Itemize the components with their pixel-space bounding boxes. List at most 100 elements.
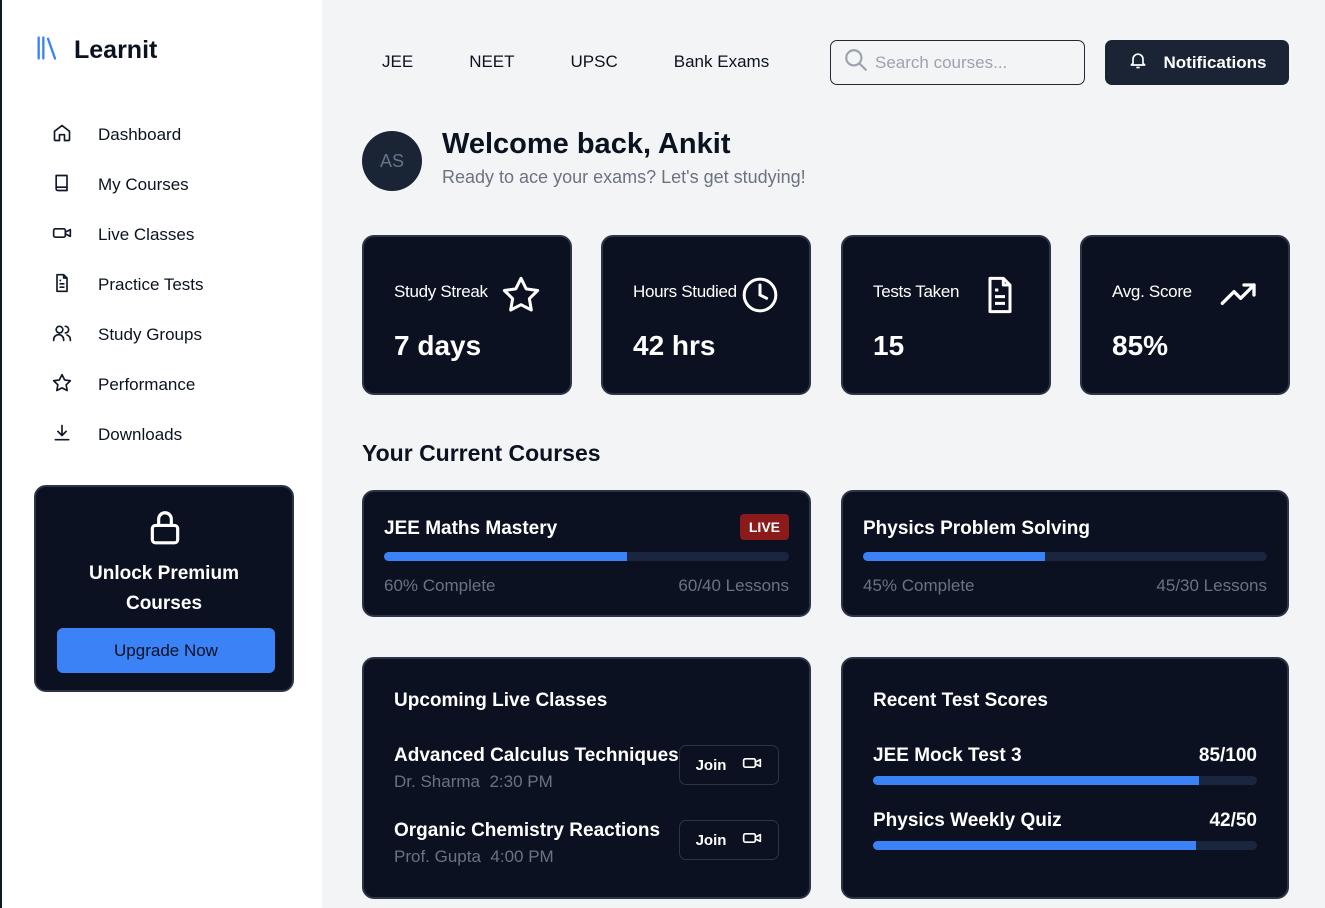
upgrade-button[interactable]: Upgrade Now: [57, 628, 275, 673]
live-class-item: Advanced Calculus Techniques Dr. Sharma …: [394, 745, 779, 792]
sidebar-item-label: Study Groups: [98, 325, 202, 344]
stat-value: 15: [873, 330, 905, 361]
notifications-label: Notifications: [1163, 52, 1267, 72]
video-icon: [52, 223, 72, 248]
library-logo-icon: [34, 34, 62, 67]
course-title: JEE Maths Mastery: [384, 518, 558, 539]
lock-icon: [146, 507, 184, 552]
welcome-header: Welcome back, Ankit Ready to ace your ex…: [442, 128, 806, 188]
bell-icon: [1128, 50, 1148, 75]
sidebar-item-my-courses[interactable]: My Courses: [52, 160, 204, 210]
course-progress-fill: [863, 552, 1045, 561]
course-progress-label: 45% Complete: [863, 576, 975, 595]
brand-name: Learnit: [74, 36, 158, 64]
course-lessons: 60/40 Lessons: [678, 576, 789, 595]
stat-label: Avg. Score: [1112, 282, 1192, 301]
panel-title: Upcoming Live Classes: [394, 690, 608, 711]
test-score-fill: [873, 841, 1196, 850]
course-progress-bar: [863, 552, 1267, 561]
live-class-time: 2:30 PM: [489, 772, 553, 791]
test-score-bar: [873, 841, 1257, 850]
test-score: 85/100: [1198, 745, 1257, 766]
sidebar-item-label: My Courses: [98, 175, 189, 194]
live-class-time: 4:00 PM: [490, 847, 554, 866]
sidebar-item-practice-tests[interactable]: Practice Tests: [52, 260, 204, 310]
test-score-fill: [873, 776, 1200, 785]
avatar[interactable]: AS: [362, 131, 422, 191]
course-progress-fill: [384, 552, 627, 561]
search-box: [830, 40, 1085, 85]
test-score-item: JEE Mock Test 3 85/100: [873, 745, 1257, 785]
home-icon: [52, 123, 72, 148]
live-class-teacher: Dr. Sharma: [394, 772, 480, 791]
stat-label: Study Streak: [394, 282, 488, 301]
promo-title: Unlock Premium Courses: [89, 563, 239, 614]
brand[interactable]: Learnit: [34, 34, 157, 67]
stat-card-study-streak: Study Streak 7 days: [362, 235, 572, 395]
stat-card-hours-studied: Hours Studied 42 hrs: [601, 235, 811, 395]
search-icon: [843, 47, 869, 78]
users-icon: [52, 323, 72, 348]
live-class-teacher: Prof. Gupta: [394, 847, 481, 866]
sidebar-item-dashboard[interactable]: Dashboard: [52, 110, 204, 160]
sidebar-nav: Dashboard My Courses Live Classes Practi…: [52, 110, 204, 460]
notifications-button[interactable]: Notifications: [1105, 40, 1289, 85]
sidebar-item-downloads[interactable]: Downloads: [52, 410, 204, 460]
sidebar-item-live-classes[interactable]: Live Classes: [52, 210, 204, 260]
upcoming-live-classes-panel: Upcoming Live Classes Advanced Calculus …: [362, 657, 811, 899]
sidebar: Learnit Dashboard My Courses Live Classe…: [0, 0, 322, 908]
recent-test-scores-panel: Recent Test Scores JEE Mock Test 3 85/10…: [841, 657, 1289, 899]
test-score: 42/50: [1209, 810, 1257, 831]
test-score-item: Physics Weekly Quiz 42/50: [873, 810, 1257, 850]
nav-link-neet[interactable]: NEET: [469, 52, 514, 72]
search-input[interactable]: [875, 52, 1075, 73]
test-score-bar: [873, 776, 1257, 785]
video-icon: [742, 828, 762, 852]
video-icon: [742, 753, 762, 777]
section-title-courses: Your Current Courses: [362, 440, 601, 466]
stat-card-tests-taken: Tests Taken 15: [841, 235, 1051, 395]
stat-card-avg-score: Avg. Score 85%: [1080, 235, 1290, 395]
stat-label: Tests Taken: [873, 282, 960, 301]
sidebar-item-study-groups[interactable]: Study Groups: [52, 310, 204, 360]
star-icon: [52, 373, 72, 398]
sidebar-item-label: Practice Tests: [98, 275, 204, 294]
test-name: JEE Mock Test 3: [873, 745, 1022, 766]
course-card[interactable]: JEE Maths Mastery LIVE 60% Complete 60/4…: [362, 490, 811, 617]
panel-title: Recent Test Scores: [873, 690, 1048, 711]
file-text-icon: [980, 275, 1020, 320]
join-label: Join: [695, 756, 727, 774]
course-lessons: 45/30 Lessons: [1156, 576, 1267, 595]
live-class-item: Organic Chemistry Reactions Prof. Gupta …: [394, 820, 779, 867]
exam-category-nav: JEE NEET UPSC Bank Exams: [382, 52, 825, 72]
sidebar-item-performance[interactable]: Performance: [52, 360, 204, 410]
premium-promo-card: Unlock Premium Courses Upgrade Now: [34, 485, 294, 692]
stat-value: 85%: [1112, 330, 1169, 361]
clock-icon: [740, 275, 780, 320]
page-title: Welcome back, Ankit: [442, 128, 731, 160]
sidebar-item-label: Performance: [98, 375, 196, 394]
sidebar-item-label: Dashboard: [98, 125, 182, 144]
file-text-icon: [52, 273, 72, 298]
book-icon: [52, 173, 72, 198]
course-title: Physics Problem Solving: [863, 518, 1091, 539]
course-progress-bar: [384, 552, 789, 561]
stat-value: 42 hrs: [633, 330, 716, 361]
test-name: Physics Weekly Quiz: [873, 810, 1062, 831]
course-card[interactable]: Physics Problem Solving 45% Complete 45/…: [841, 490, 1289, 617]
nav-link-jee[interactable]: JEE: [382, 52, 413, 72]
course-progress-label: 60% Complete: [384, 576, 496, 595]
nav-link-upsc[interactable]: UPSC: [571, 52, 618, 72]
nav-link-bank-exams[interactable]: Bank Exams: [674, 52, 769, 72]
download-icon: [52, 423, 72, 448]
stat-value: 7 days: [394, 330, 482, 361]
sidebar-item-label: Downloads: [98, 425, 183, 444]
sidebar-item-label: Live Classes: [98, 225, 195, 244]
join-button[interactable]: Join: [679, 820, 779, 860]
star-icon: [501, 275, 541, 320]
live-badge: LIVE: [739, 514, 789, 540]
trending-up-icon: [1219, 275, 1259, 320]
join-button[interactable]: Join: [679, 745, 779, 785]
page-subtitle: Ready to ace your exams? Let's get study…: [442, 167, 806, 187]
join-label: Join: [695, 831, 727, 849]
